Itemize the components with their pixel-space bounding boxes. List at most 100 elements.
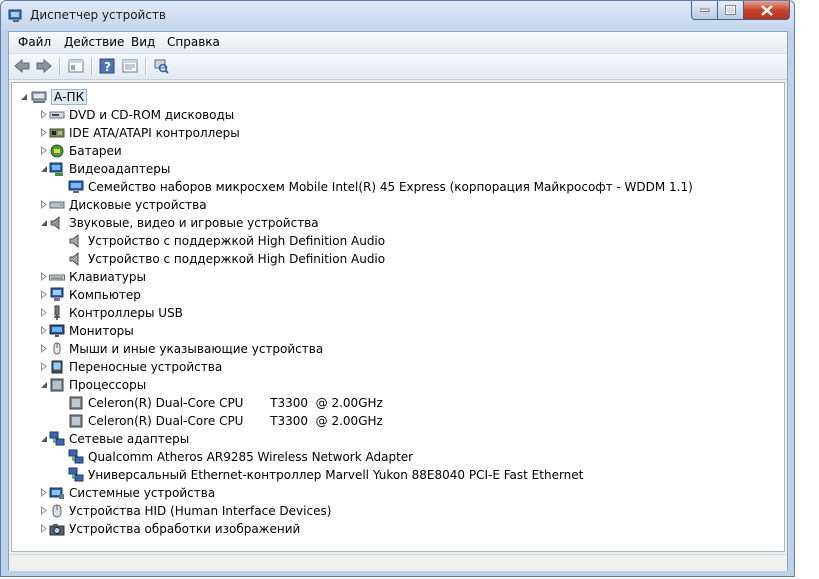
forward-button[interactable]: [35, 58, 53, 74]
expander-icon[interactable]: [39, 272, 48, 281]
tree-category[interactable]: Звуковые, видео и игровые устройства: [49, 214, 319, 232]
expander-icon[interactable]: [39, 380, 48, 389]
keyboard-icon: [49, 274, 65, 281]
expander-icon[interactable]: [39, 290, 48, 299]
portable-device-icon: [51, 360, 63, 374]
expander-icon[interactable]: [39, 362, 48, 371]
dvd-drive-icon: [49, 111, 65, 119]
tree-category[interactable]: DVD и CD-ROM дисководы: [49, 106, 234, 124]
tree-category[interactable]: Переносные устройства: [49, 358, 222, 376]
tree-category[interactable]: Компьютер: [49, 286, 141, 304]
scan-hardware-button[interactable]: [152, 58, 170, 74]
tree-device[interactable]: Семейство наборов микросхем Mobile Intel…: [68, 178, 693, 196]
tree-device[interactable]: Устройство с поддержкой High Definition …: [68, 232, 385, 250]
ide-controller-icon: [49, 128, 65, 138]
tree-category[interactable]: IDE ATA/ATAPI контроллеры: [49, 124, 240, 142]
tree-category[interactable]: Сетевые адаптеры: [49, 430, 189, 448]
tree-device[interactable]: Celeron(R) Dual-Core CPU T3300 @ 2.00GHz: [68, 394, 383, 412]
tree-category-label: Устройства обработки изображений: [69, 522, 301, 536]
tree-category[interactable]: Устройства HID (Human Interface Devices): [49, 502, 331, 520]
back-icon: [14, 59, 30, 73]
tree-category-label: Дисковые устройства: [69, 198, 207, 212]
menu-action[interactable]: Действие: [64, 35, 124, 49]
expander-icon[interactable]: [39, 218, 48, 227]
usb-icon: [54, 305, 60, 320]
expander-icon[interactable]: [39, 164, 48, 173]
expander-icon[interactable]: [39, 146, 48, 155]
tree-category-label: DVD и CD-ROM дисководы: [69, 108, 235, 122]
tree-device-label: Универсальный Ethernet-контроллер Marvel…: [88, 468, 584, 482]
imaging-device-icon: [49, 524, 65, 536]
tree-device[interactable]: Универсальный Ethernet-контроллер Marvel…: [68, 466, 583, 484]
expander-icon[interactable]: [39, 326, 48, 335]
tree-category-label: Клавиатуры: [69, 270, 146, 284]
audio-device-icon: [69, 251, 79, 267]
tree-device-label: Qualcomm Atheros AR9285 Wireless Network…: [88, 450, 414, 464]
expander-icon[interactable]: [39, 488, 48, 497]
tree-category-label: Сетевые адаптеры: [69, 432, 190, 446]
expander-icon[interactable]: [39, 524, 48, 533]
properties-button[interactable]: [121, 58, 139, 74]
cpu-chip-icon: [69, 396, 83, 410]
tree-category-label: Батареи: [69, 144, 122, 158]
root-expander-icon[interactable]: [19, 92, 28, 101]
device-manager-icon: [8, 9, 22, 22]
tree-category[interactable]: Процессоры: [49, 376, 146, 394]
show-hide-tree-button[interactable]: [67, 58, 85, 74]
tree-category[interactable]: Мыши и иные указывающие устройства: [49, 340, 323, 358]
display-device-icon: [68, 180, 84, 193]
tree-category-label: Мыши и иные указывающие устройства: [69, 342, 324, 356]
hid-icon: [52, 504, 62, 518]
minimize-button[interactable]: [691, 1, 718, 20]
close-button[interactable]: [744, 1, 790, 20]
network-card-icon: [68, 467, 84, 482]
tree-category[interactable]: Системные устройства: [49, 484, 215, 502]
tree-root-computer-label: А-ПК: [51, 89, 88, 105]
network-adapter-icon: [49, 431, 65, 446]
help-button[interactable]: ?: [98, 58, 116, 74]
expander-icon[interactable]: [39, 128, 48, 137]
tree-category-label: Контроллеры USB: [69, 306, 183, 320]
tree-device[interactable]: Устройство с поддержкой High Definition …: [68, 250, 385, 268]
tree-category-label: Переносные устройства: [69, 360, 223, 374]
title-bar[interactable]: Диспетчер устройств: [1, 1, 794, 31]
tree-category[interactable]: Видеоадаптеры: [49, 160, 170, 178]
minimize-icon: [699, 8, 709, 12]
tree-category[interactable]: Контроллеры USB: [49, 304, 183, 322]
menu-help[interactable]: Справка: [167, 35, 220, 49]
audio-device-icon: [69, 233, 79, 249]
device-manager-window: Диспетчер устройств Файл Действие Вид Сп…: [0, 0, 795, 577]
help-icon: ?: [99, 58, 115, 74]
tree-category-label: Компьютер: [69, 288, 141, 302]
maximize-button[interactable]: [718, 1, 744, 20]
tree-device[interactable]: Celeron(R) Dual-Core CPU T3300 @ 2.00GHz: [68, 412, 383, 430]
tree-category[interactable]: Дисковые устройства: [49, 196, 207, 214]
tree-device[interactable]: Qualcomm Atheros AR9285 Wireless Network…: [68, 448, 413, 466]
window-title: Диспетчер устройств: [30, 8, 167, 22]
tree-category-label: Мониторы: [69, 324, 134, 338]
tree-category[interactable]: Клавиатуры: [49, 268, 146, 286]
forward-icon: [36, 59, 52, 73]
expander-icon[interactable]: [39, 434, 48, 443]
tree-category[interactable]: Батареи: [49, 142, 122, 160]
toolbar: ?: [9, 54, 787, 80]
processor-icon: [50, 378, 64, 392]
tree-category[interactable]: Устройства обработки изображений: [49, 520, 300, 538]
expander-icon[interactable]: [39, 110, 48, 119]
mouse-icon: [53, 342, 61, 355]
expander-icon[interactable]: [39, 344, 48, 353]
svg-text:?: ?: [104, 60, 111, 74]
menu-file[interactable]: Файл: [18, 35, 51, 49]
scan-hardware-icon: [154, 59, 169, 74]
expander-icon[interactable]: [39, 308, 48, 317]
tree-device-label: Семейство наборов микросхем Mobile Intel…: [88, 180, 693, 194]
tree-category[interactable]: Мониторы: [49, 322, 134, 340]
system-device-icon: [49, 487, 64, 499]
display-adapter-icon: [49, 162, 63, 176]
network-card-icon: [68, 449, 84, 464]
expander-icon[interactable]: [39, 200, 48, 209]
back-button[interactable]: [13, 58, 31, 74]
tree-root-computer[interactable]: А-ПК: [31, 88, 88, 106]
expander-icon[interactable]: [39, 506, 48, 515]
menu-view[interactable]: Вид: [131, 35, 155, 49]
